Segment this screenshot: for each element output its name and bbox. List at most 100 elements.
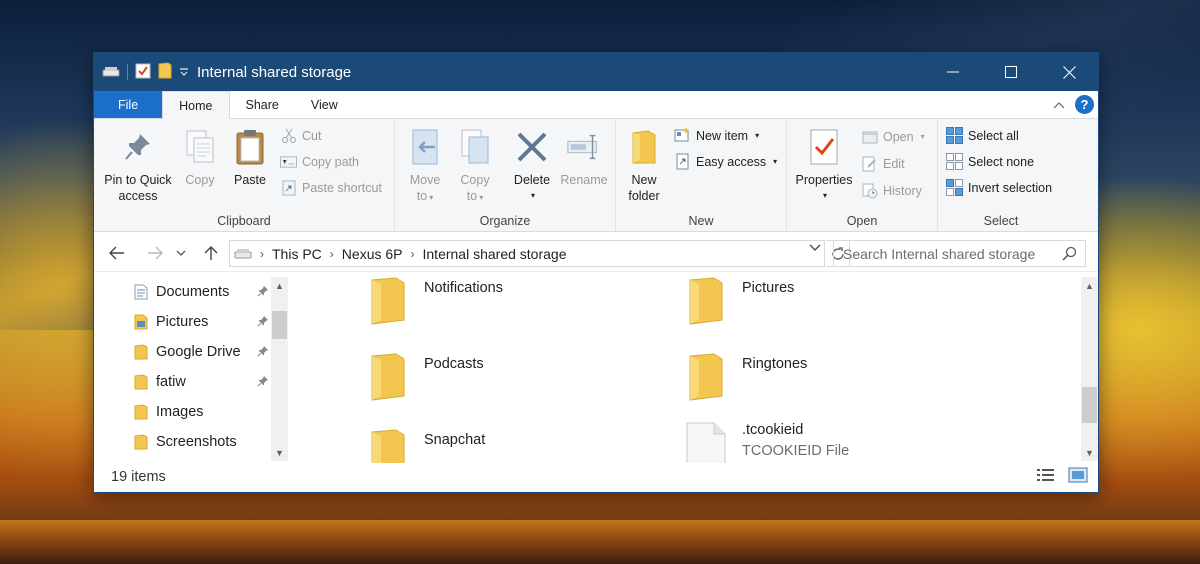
scroll-down-arrow[interactable]: ▼ xyxy=(1081,444,1098,461)
paste-shortcut-button[interactable]: Paste shortcut xyxy=(280,179,382,196)
delete-button[interactable]: Delete ▾ xyxy=(511,125,553,204)
new-folder-qat-icon[interactable] xyxy=(158,62,172,82)
nav-item-documents[interactable]: Documents xyxy=(134,277,269,307)
chevron-down-icon[interactable] xyxy=(179,65,189,79)
properties-dropdown-icon: ▾ xyxy=(822,191,827,200)
nav-item-screenshots[interactable]: Screenshots xyxy=(134,427,269,457)
breadcrumb-separator[interactable]: › xyxy=(330,247,334,261)
scroll-thumb[interactable] xyxy=(272,311,287,339)
breadcrumb-nexus-6p[interactable]: Nexus 6P xyxy=(342,246,403,262)
select-none-button[interactable]: Select none xyxy=(946,153,1034,170)
breadcrumb-separator[interactable]: › xyxy=(260,247,264,261)
tab-file[interactable]: File xyxy=(94,91,163,118)
file-item-ringtones[interactable]: Ringtones xyxy=(686,352,986,422)
help-icon[interactable]: ? xyxy=(1075,95,1094,114)
tab-view[interactable]: View xyxy=(295,91,354,118)
invert-selection-button[interactable]: Invert selection xyxy=(946,179,1052,196)
nav-item-fatiw[interactable]: fatiw xyxy=(134,367,269,397)
view-switcher xyxy=(1036,467,1088,487)
scroll-up-arrow[interactable]: ▲ xyxy=(1081,277,1098,294)
navigation-pane: Documents Pictures Google Drive fatiw Im… xyxy=(94,276,289,463)
tab-home[interactable]: Home xyxy=(162,91,230,119)
up-button[interactable] xyxy=(200,242,222,264)
file-item-tcookieid[interactable]: .tcookieid TCOOKIEID File xyxy=(686,418,986,463)
copy-button[interactable]: Copy xyxy=(178,125,222,188)
navigation-pane-scrollbar[interactable]: ▲ ▼ xyxy=(271,277,288,461)
open-button[interactable]: Open ▾ xyxy=(861,128,925,145)
window-title: Internal shared storage xyxy=(197,63,352,81)
properties-qat-icon[interactable] xyxy=(135,63,151,82)
arrow-right-icon xyxy=(148,246,163,260)
scroll-thumb[interactable] xyxy=(1082,387,1097,423)
search-icon[interactable] xyxy=(1062,246,1077,264)
toolbar-separator xyxy=(127,64,128,80)
nav-item-pictures[interactable]: Pictures xyxy=(134,307,269,337)
search-box[interactable]: Search Internal shared storage xyxy=(833,240,1086,267)
file-item-snapchat[interactable]: Snapchat xyxy=(368,428,668,463)
properties-button[interactable]: Properties ▾ xyxy=(793,125,855,204)
file-item-podcasts[interactable]: Podcasts xyxy=(368,352,668,422)
open-label: Open xyxy=(883,129,914,144)
drive-icon xyxy=(102,64,120,81)
tab-share[interactable]: Share xyxy=(230,91,295,118)
search-input[interactable]: Search Internal shared storage xyxy=(843,246,1035,262)
history-label: History xyxy=(883,183,922,198)
properties-label: Properties xyxy=(795,173,853,187)
scroll-down-arrow[interactable]: ▼ xyxy=(271,444,288,461)
folder-icon xyxy=(134,344,148,360)
close-button[interactable] xyxy=(1040,53,1098,91)
pin-to-quick-access-button[interactable]: Pin to Quick access xyxy=(102,125,174,204)
select-group-label: Select xyxy=(983,214,1019,228)
details-view-icon[interactable] xyxy=(1036,467,1056,487)
pictures-folder-icon xyxy=(134,314,148,330)
history-button[interactable]: History xyxy=(861,182,922,199)
ribbon-tabs: File Home Share View ? xyxy=(94,91,1098,119)
address-bar[interactable]: › This PC › Nexus 6P › Internal shared s… xyxy=(229,240,825,267)
select-all-button[interactable]: Select all xyxy=(946,127,1019,144)
new-folder-label-line1: New xyxy=(631,173,657,187)
breadcrumb-separator[interactable]: › xyxy=(411,247,415,261)
clipboard-group: Pin to Quick access Copy Paste Cut Copy … xyxy=(94,119,395,232)
recent-locations-button[interactable] xyxy=(174,242,188,264)
collapse-ribbon-icon[interactable] xyxy=(1053,98,1065,112)
new-item-button[interactable]: New item ▾ xyxy=(674,127,759,144)
move-to-button[interactable]: Move to ▾ xyxy=(405,125,445,206)
address-history-dropdown[interactable] xyxy=(809,244,821,255)
chevron-down-icon xyxy=(809,244,821,251)
cut-button[interactable]: Cut xyxy=(280,127,321,144)
copy-to-button[interactable]: Copy to ▾ xyxy=(455,125,495,206)
copy-to-label-line2: to ▾ xyxy=(466,189,484,203)
file-item-notifications[interactable]: Notifications xyxy=(368,276,668,346)
new-folder-button[interactable]: New folder xyxy=(624,125,664,204)
select-all-label: Select all xyxy=(968,128,1019,143)
file-item-pictures[interactable]: Pictures xyxy=(686,276,986,346)
nav-item-google-drive[interactable]: Google Drive xyxy=(134,337,269,367)
new-item-label: New item xyxy=(696,128,749,143)
maximize-button[interactable] xyxy=(982,53,1040,91)
pin-icon[interactable] xyxy=(257,315,269,331)
edit-button[interactable]: Edit xyxy=(861,155,905,172)
pin-icon[interactable] xyxy=(257,285,269,301)
back-button[interactable] xyxy=(106,242,128,264)
copy-path-button[interactable]: Copy path xyxy=(280,153,359,170)
forward-button[interactable] xyxy=(144,242,166,264)
large-icons-view-icon[interactable] xyxy=(1068,467,1088,487)
breadcrumb-internal-storage[interactable]: Internal shared storage xyxy=(423,246,567,262)
minimize-button[interactable] xyxy=(924,53,982,91)
easy-access-button[interactable]: Easy access ▾ xyxy=(674,153,777,170)
scroll-up-arrow[interactable]: ▲ xyxy=(271,277,288,294)
new-group-label: New xyxy=(688,214,714,228)
folder-icon xyxy=(134,404,148,420)
breadcrumb-this-pc[interactable]: This PC xyxy=(272,246,322,262)
pin-icon[interactable] xyxy=(257,345,269,361)
folder-icon xyxy=(368,352,408,407)
file-list-scrollbar[interactable]: ▲ ▼ xyxy=(1081,277,1098,461)
rename-button[interactable]: Rename xyxy=(559,125,609,188)
status-bar: 19 items xyxy=(94,461,1098,492)
title-bar[interactable]: Internal shared storage xyxy=(94,53,1098,91)
nav-item-images[interactable]: Images xyxy=(134,397,269,427)
paste-button[interactable]: Paste xyxy=(228,125,272,188)
pin-icon[interactable] xyxy=(257,375,269,391)
copy-path-label: Copy path xyxy=(302,154,359,169)
window-controls xyxy=(924,53,1098,91)
